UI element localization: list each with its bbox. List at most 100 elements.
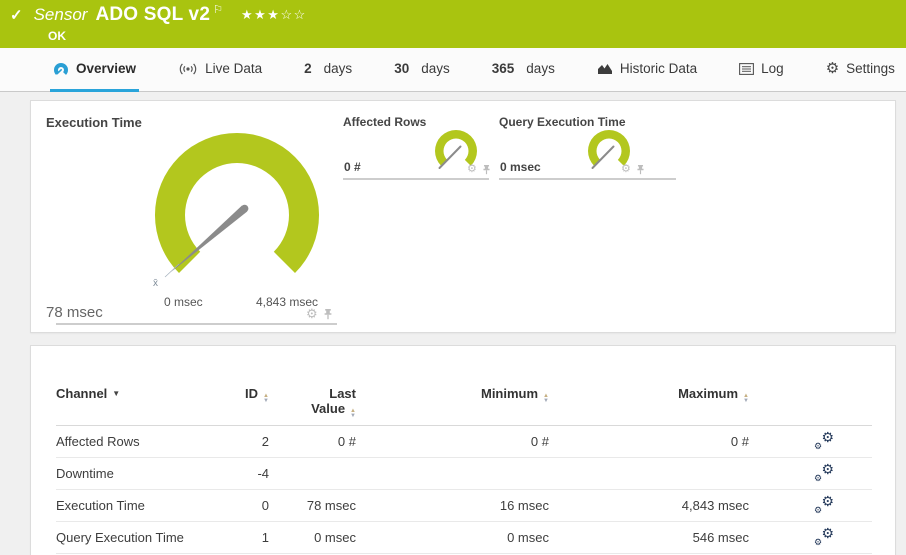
sort-icon: ▲ ▼	[350, 408, 356, 419]
column-label: Value	[311, 401, 346, 416]
tab-day-unit: days	[526, 61, 555, 76]
small-gauge-title: Affected Rows	[343, 115, 427, 129]
average-marker: x̄	[153, 278, 158, 289]
table-row: Affected Rows 2 0 # 0 # 0 # ⚙ ⚙	[56, 426, 872, 458]
channel-settings-button[interactable]: ⚙ ⚙	[813, 525, 834, 547]
channel-name[interactable]: Execution Time	[56, 498, 216, 513]
column-header-id[interactable]: ID ▲ ▼	[216, 386, 269, 404]
last-value: 0 #	[337, 434, 356, 449]
column-label: Maximum	[678, 386, 739, 401]
object-kind-label: Sensor	[33, 5, 88, 24]
column-header-maximum[interactable]: Maximum ▲ ▼	[549, 386, 749, 404]
tab-day-unit: days	[323, 61, 353, 76]
channel-name[interactable]: Query Execution Time	[56, 530, 216, 545]
gear-icon: ⚙	[814, 473, 823, 483]
channel-id: 0	[261, 498, 269, 513]
minimum-value: 16 msec	[499, 498, 549, 513]
tab-historic-data[interactable]: Historic Data	[594, 48, 700, 92]
maximum-value: 546 msec	[692, 530, 749, 545]
tab-settings[interactable]: ⚙ Settings	[823, 48, 898, 92]
channel-id: -4	[257, 466, 269, 481]
tab-live-data[interactable]: Live Data	[175, 48, 265, 92]
channel-id: 1	[261, 530, 269, 545]
main-gauge-value: 78 msec	[46, 304, 103, 321]
maximum-value: 0 #	[730, 434, 749, 449]
historic-data-icon	[597, 64, 612, 74]
cell-divider	[56, 323, 337, 325]
gear-icon: ⚙	[821, 525, 834, 541]
tab-365-days[interactable]: 365 days	[489, 48, 558, 92]
priority-stars[interactable]: ★★★☆☆	[241, 7, 307, 23]
tab-overview[interactable]: Overview	[50, 48, 140, 92]
channel-name[interactable]: Downtime	[56, 466, 216, 481]
column-header-channel[interactable]: Channel ▼	[56, 386, 216, 401]
channel-id: 2	[261, 434, 269, 449]
table-row: Downtime -4 ⚙ ⚙	[56, 458, 872, 490]
sort-desc-icon: ▼	[112, 389, 121, 398]
sensor-name: ADO SQL v2	[95, 4, 211, 25]
small-gauge-actions: ⚙	[621, 164, 645, 175]
gauge-min-label: 0 msec	[164, 295, 203, 309]
gear-icon[interactable]: ⚙	[467, 164, 477, 175]
channel-table-header: Channel ▼ ID ▲ ▼ Last Value ▲ ▼ Minimum ▲ ▼ Maxi…	[56, 346, 872, 426]
column-label: Channel	[56, 386, 108, 401]
channel-table: Channel ▼ ID ▲ ▼ Last Value ▲ ▼ Minimum ▲ ▼ Maxi…	[56, 346, 872, 554]
pin-icon[interactable]	[323, 308, 333, 320]
last-value: 0 msec	[314, 530, 356, 545]
last-value: 78 msec	[306, 498, 356, 513]
gear-icon: ⚙	[821, 493, 834, 509]
cell-divider	[343, 178, 489, 180]
small-gauge-value: 0 msec	[500, 160, 541, 174]
status-badge: OK	[48, 29, 66, 43]
column-header-last-value[interactable]: Last Value ▲ ▼	[269, 386, 356, 419]
tab-day-unit: days	[421, 61, 450, 76]
column-label: Last	[329, 386, 356, 401]
sort-icon: ▲ ▼	[743, 393, 749, 404]
channels-panel: Channel ▼ ID ▲ ▼ Last Value ▲ ▼ Minimum ▲ ▼ Maxi…	[30, 345, 896, 555]
stars-empty: ☆☆	[280, 7, 307, 22]
sort-down-icon: ▼	[743, 398, 749, 404]
stars-filled: ★★★	[240, 7, 281, 22]
gear-icon: ⚙	[814, 505, 823, 515]
pin-icon[interactable]	[482, 164, 491, 175]
channel-settings-button[interactable]: ⚙ ⚙	[813, 429, 834, 451]
tab-2-days[interactable]: 2 days	[301, 48, 355, 92]
gauges-panel: Execution Time x̄ 0 msec 4,843 msec 78 m…	[30, 100, 896, 333]
gear-icon: ⚙	[821, 461, 834, 477]
live-data-icon	[179, 62, 197, 75]
pin-icon[interactable]	[636, 164, 645, 175]
tab-day-count: 365	[491, 61, 515, 76]
tab-label: Overview	[76, 61, 137, 76]
column-header-minimum[interactable]: Minimum ▲ ▼	[356, 386, 549, 404]
sensor-header-bar: ✓ Sensor ADO SQL v2 ⚐ ★★★☆☆ OK	[0, 0, 906, 48]
sensor-tabbar: Overview Live Data 2 days 30 days 365 days	[0, 48, 906, 92]
channel-name[interactable]: Affected Rows	[56, 434, 216, 449]
sensor-title-line: ✓ Sensor ADO SQL v2 ⚐ ★★★☆☆	[10, 4, 307, 26]
status-check-icon: ✓	[10, 7, 23, 24]
execution-time-gauge: x̄	[153, 132, 320, 289]
channel-settings-button[interactable]: ⚙ ⚙	[813, 461, 834, 483]
table-row: Execution Time 0 78 msec 16 msec 4,843 m…	[56, 490, 872, 522]
tab-30-days[interactable]: 30 days	[391, 48, 453, 92]
table-row: Query Execution Time 1 0 msec 0 msec 546…	[56, 522, 872, 554]
tab-label: Live Data	[205, 61, 263, 76]
tab-label: Settings	[846, 61, 895, 76]
gear-icon: ⚙	[814, 537, 823, 547]
gear-icon: ⚙	[821, 429, 834, 445]
gear-icon[interactable]: ⚙	[306, 307, 318, 320]
maximum-value: 4,843 msec	[681, 498, 749, 513]
tab-label: Log	[761, 61, 784, 76]
sort-down-icon: ▼	[350, 413, 356, 419]
flag-icon[interactable]: ⚐	[213, 3, 223, 16]
main-gauge-title: Execution Time	[46, 115, 142, 130]
tab-label: Historic Data	[619, 61, 698, 76]
channel-settings-button[interactable]: ⚙ ⚙	[813, 493, 834, 515]
gauge-icon	[54, 62, 68, 75]
small-gauge-actions: ⚙	[467, 164, 491, 175]
column-label: Minimum	[480, 386, 539, 401]
tab-log[interactable]: Log	[736, 48, 787, 92]
small-gauge-value: 0 #	[344, 160, 361, 174]
tab-day-count: 2	[304, 61, 312, 76]
minimum-value: 0 #	[530, 434, 549, 449]
gear-icon[interactable]: ⚙	[621, 164, 631, 175]
